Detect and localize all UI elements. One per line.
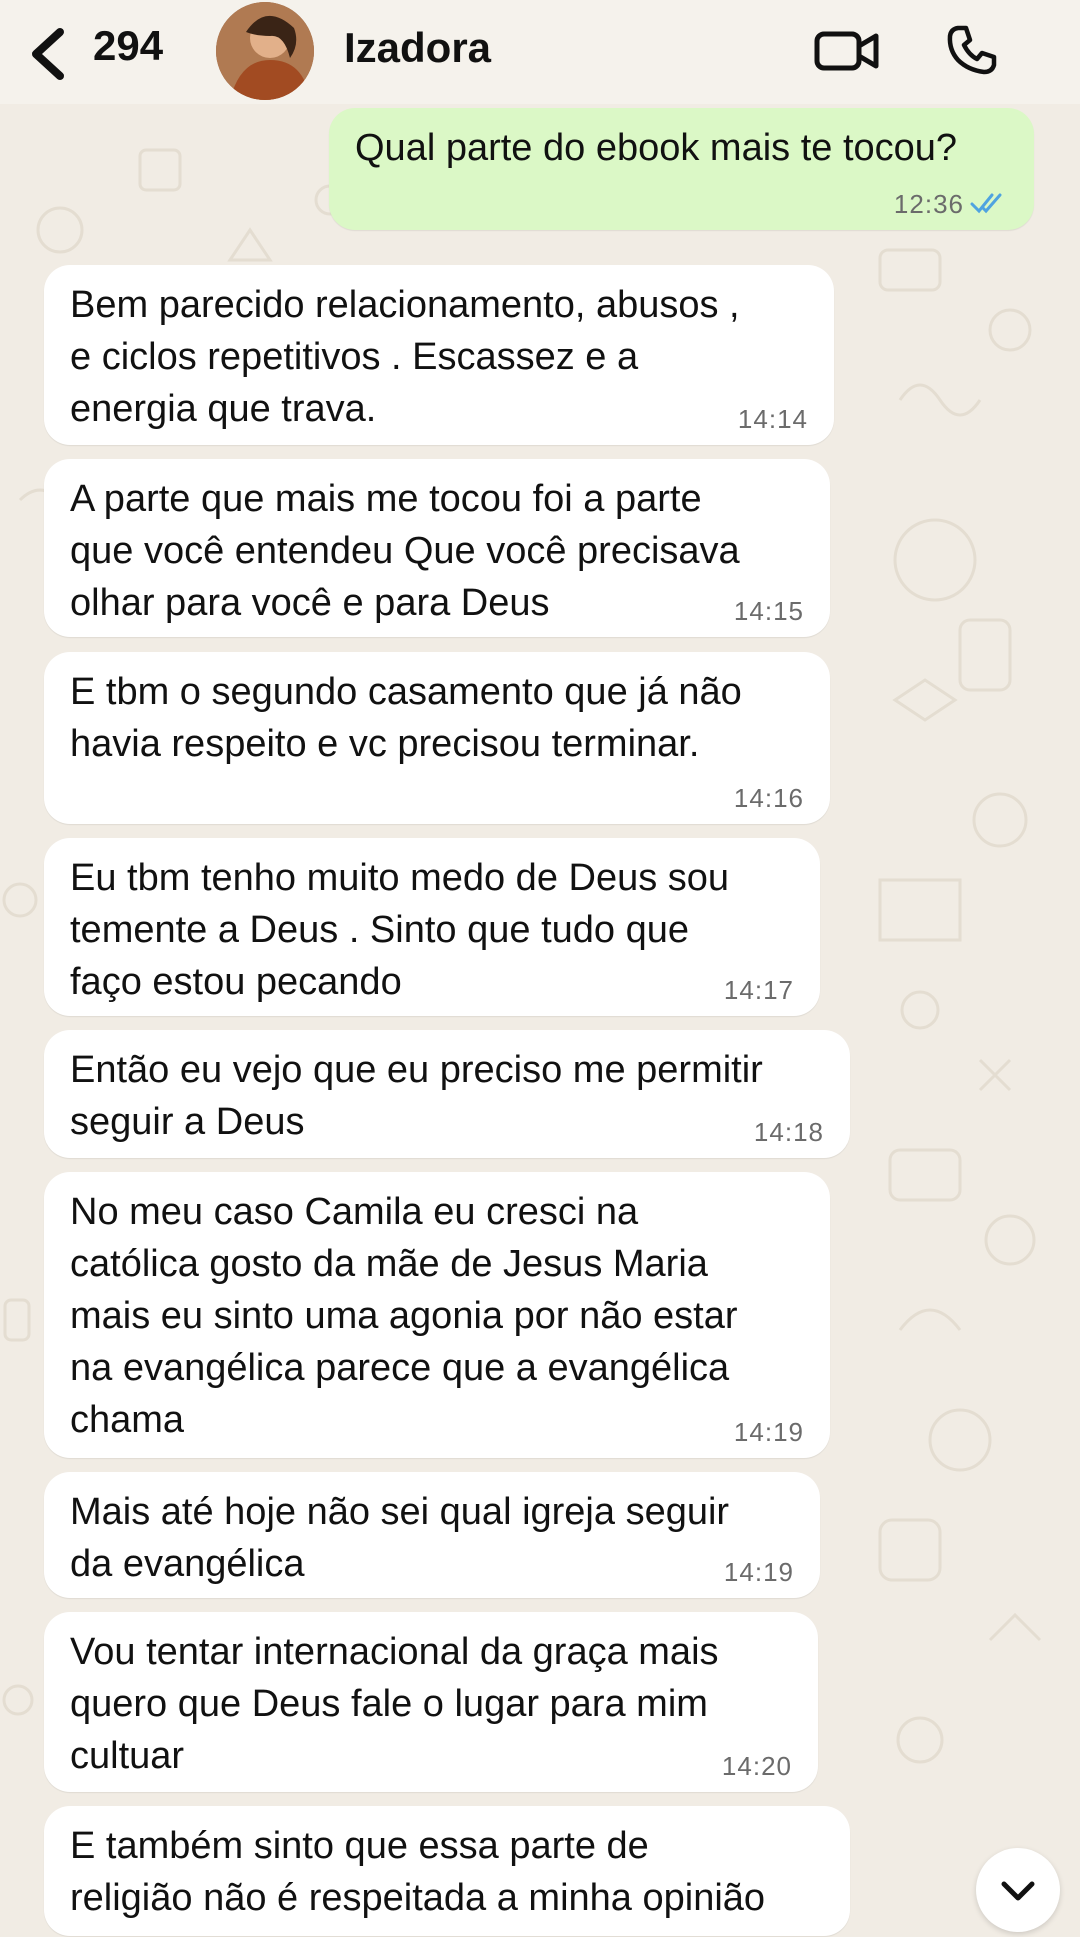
message-text: Vou tentar internacional da graça mais q… <box>70 1631 719 1777</box>
message-incoming[interactable]: E também sinto que essa parte de religiã… <box>44 1806 850 1936</box>
message-text: Mais até hoje não sei qual igreja seguir… <box>70 1491 730 1585</box>
message-incoming[interactable]: Bem parecido relacionamento, abusos , e … <box>44 265 834 445</box>
double-check-icon <box>970 193 1002 214</box>
message-incoming[interactable]: E tbm o segundo casamento que já não hav… <box>44 652 830 824</box>
message-incoming[interactable]: No meu caso Camila eu cresci na católica… <box>44 1172 830 1458</box>
chat-header: 294 Izadora <box>0 0 1080 104</box>
message-time: 12:36 <box>893 189 964 219</box>
message-incoming[interactable]: Mais até hoje não sei qual igreja seguir… <box>44 1472 820 1598</box>
unread-count[interactable]: 294 <box>93 22 163 70</box>
video-camera-icon[interactable] <box>814 26 880 76</box>
back-chevron-icon[interactable] <box>28 26 68 82</box>
contact-photo <box>216 2 314 100</box>
message-incoming[interactable]: A parte que mais me tocou foi a parte qu… <box>44 459 830 637</box>
message-time: 14:19 <box>733 1417 804 1447</box>
message-text: Então eu vejo que eu preciso me permitir… <box>70 1049 763 1143</box>
message-time: 14:15 <box>733 596 804 626</box>
message-text: Eu tbm tenho muito medo de Deus sou teme… <box>70 857 730 1003</box>
message-incoming[interactable]: Vou tentar internacional da graça mais q… <box>44 1612 818 1792</box>
message-incoming[interactable]: Então eu vejo que eu preciso me permitir… <box>44 1030 850 1158</box>
message-text: No meu caso Camila eu cresci na católica… <box>70 1191 738 1441</box>
scroll-to-bottom-button[interactable] <box>976 1848 1060 1932</box>
phone-icon[interactable] <box>944 22 1000 78</box>
message-text: Qual parte do ebook mais te tocou? <box>355 127 958 169</box>
message-outgoing[interactable]: Qual parte do ebook mais te tocou? 12:36 <box>329 108 1034 230</box>
message-time: 14:14 <box>737 404 808 434</box>
message-text: E tbm o segundo casamento que já não hav… <box>70 671 742 765</box>
contact-name[interactable]: Izadora <box>344 24 491 72</box>
avatar[interactable] <box>216 2 314 100</box>
message-incoming[interactable]: Eu tbm tenho muito medo de Deus sou teme… <box>44 838 820 1016</box>
message-time: 14:20 <box>721 1751 792 1781</box>
message-text: Bem parecido relacionamento, abusos , e … <box>70 284 740 430</box>
chevron-down-icon <box>1001 1881 1035 1901</box>
message-time: 14:16 <box>733 783 804 813</box>
message-time: 14:18 <box>753 1117 824 1147</box>
message-text: A parte que mais me tocou foi a parte qu… <box>70 478 740 624</box>
message-text: E também sinto que essa parte de religiã… <box>70 1825 766 1919</box>
message-time: 14:17 <box>723 975 794 1005</box>
message-time: 14:19 <box>723 1557 794 1587</box>
